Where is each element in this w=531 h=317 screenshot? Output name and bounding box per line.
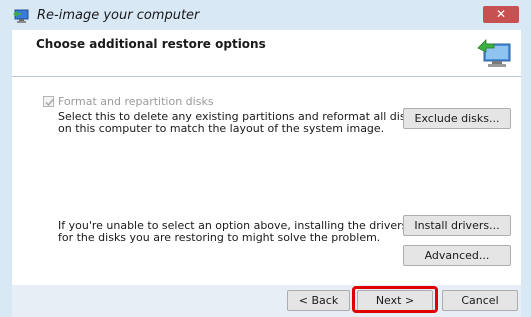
format-repartition-label: Format and repartition disks xyxy=(58,95,214,108)
format-repartition-checkbox[interactable] xyxy=(43,96,54,107)
page-heading: Choose additional restore options xyxy=(36,37,266,51)
exclude-disks-button[interactable]: Exclude disks... xyxy=(403,108,511,129)
drivers-description-line2: for the disks you are restoring to might… xyxy=(58,231,381,244)
advanced-button[interactable]: Advanced... xyxy=(403,245,511,266)
back-button[interactable]: < Back xyxy=(287,290,350,311)
checkmark-icon xyxy=(45,99,54,107)
close-button[interactable]: ✕ xyxy=(483,6,519,23)
next-button-highlight xyxy=(352,286,438,313)
restore-app-icon xyxy=(12,8,30,24)
re-image-dialog: Re-image your computer ✕ Choose addition… xyxy=(0,0,531,317)
cancel-button[interactable]: Cancel xyxy=(442,290,518,311)
install-drivers-button[interactable]: Install drivers... xyxy=(403,215,511,236)
format-description-line2: on this computer to match the layout of … xyxy=(58,122,385,135)
dialog-content: Choose additional restore options Format… xyxy=(12,30,521,285)
header-separator xyxy=(12,76,521,77)
restore-computer-icon xyxy=(476,34,516,68)
window-title: Re-image your computer xyxy=(37,8,200,23)
title-bar: Re-image your computer ✕ xyxy=(0,0,531,30)
close-icon: ✕ xyxy=(495,7,507,21)
